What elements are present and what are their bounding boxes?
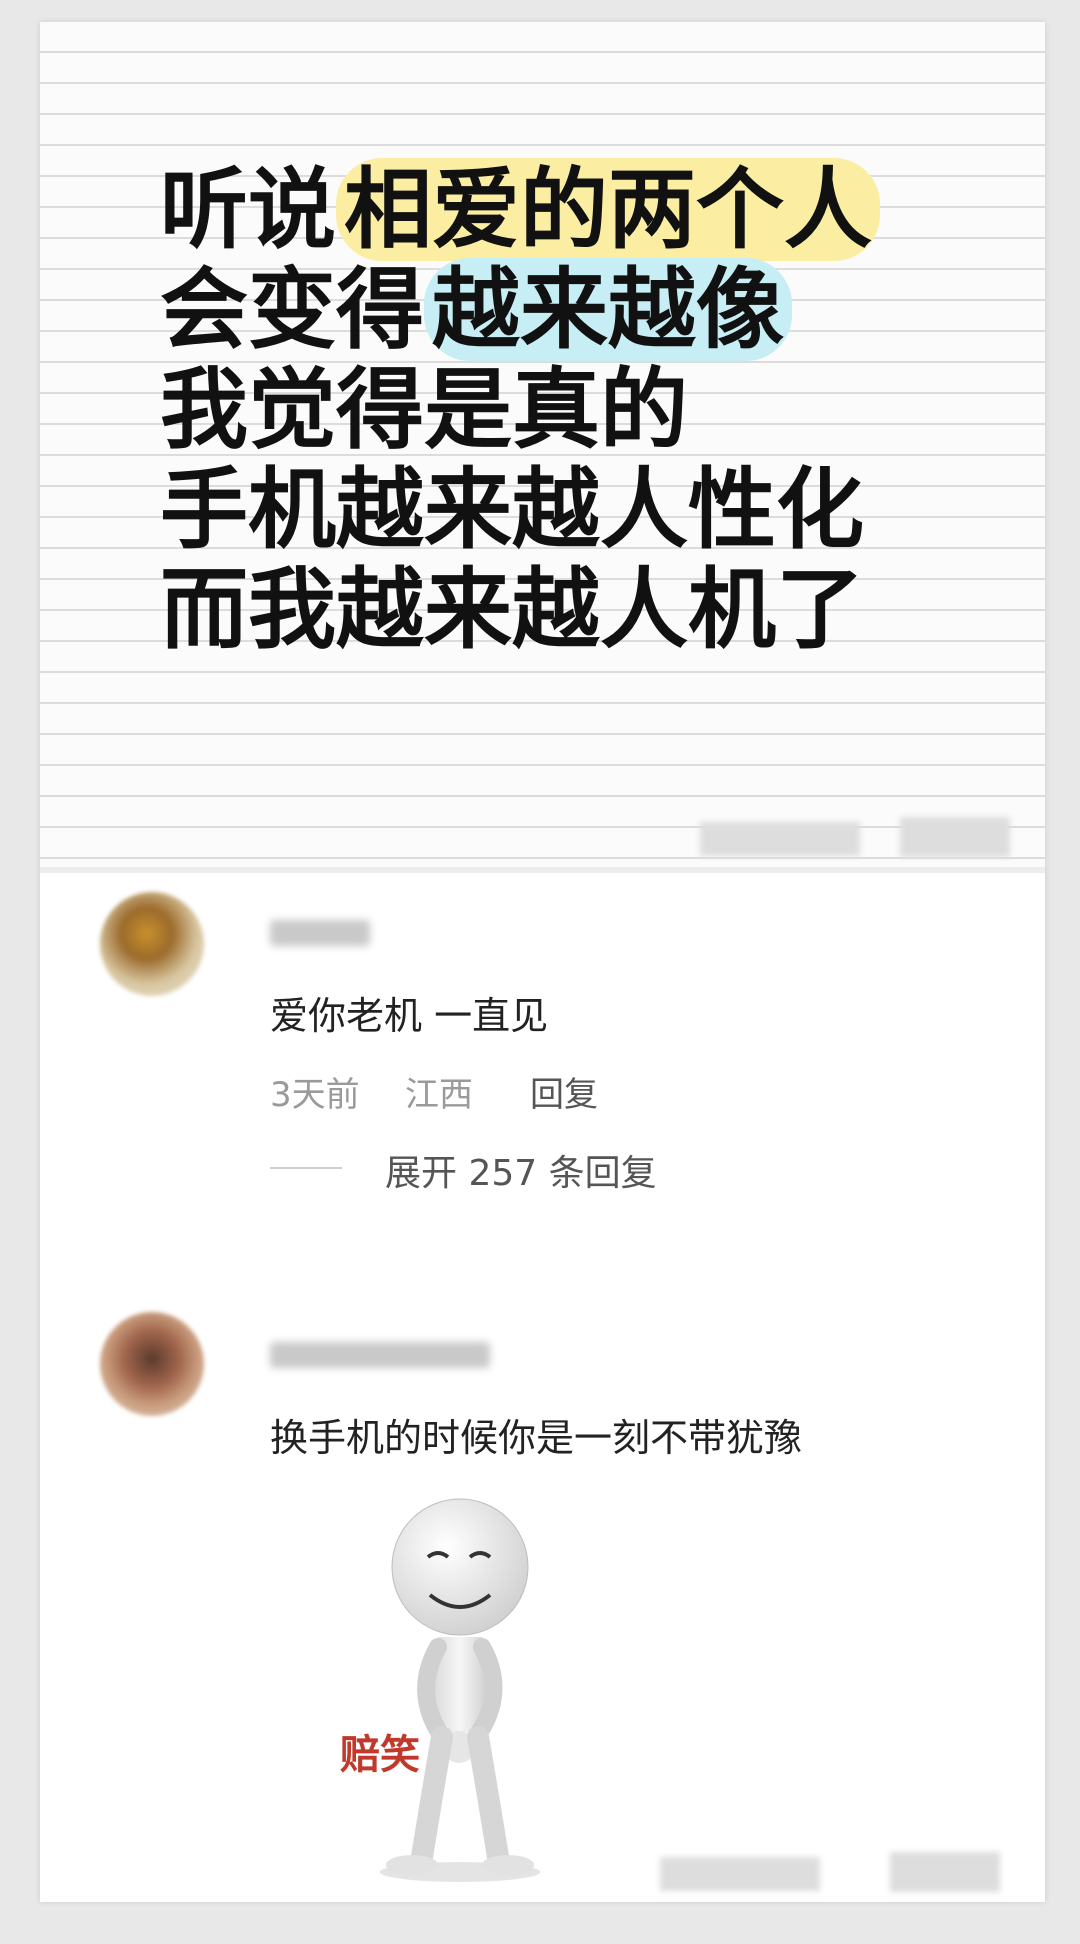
post-line-1: 听说相爱的两个人 [160,158,881,261]
comment-location: 江西 [405,1075,473,1115]
post-line-1-highlight: 相爱的两个人 [336,158,881,261]
watermark-blur [700,822,860,856]
post-line-1-plain: 听说 [160,158,337,261]
post-text: 听说相爱的两个人 会变得越来越像 我觉得是真的 手机越来越人性化 而我越来越人机… [160,158,881,661]
reply-button[interactable]: 回复 [530,1067,598,1116]
watermark-blur [890,1852,1000,1892]
post-line-5: 而我越来越人机了 [160,558,865,661]
username-blurred[interactable] [270,1342,490,1368]
comment-time: 3天前 [270,1075,360,1115]
avatar[interactable] [100,892,204,996]
screenshot-frame: 听说相爱的两个人 会变得越来越像 我觉得是真的 手机越来越人性化 而我越来越人机… [40,22,1045,1902]
expand-replies-button[interactable]: 展开 257 条回复 [385,1144,657,1196]
post-line-2-highlight: 越来越像 [424,258,793,361]
watermark-blur [660,1857,820,1891]
comment-text: 换手机的时候你是一刻不带犹豫 [270,1416,803,1460]
post-line-3: 我觉得是真的 [160,358,689,461]
post-line-4: 手机越来越人性化 [160,458,865,561]
expand-divider [270,1167,342,1169]
post-line-2-plain: 会变得 [160,258,425,361]
smiley-stick-figure-sticker [380,1498,540,1882]
post-line-2: 会变得越来越像 [160,258,880,361]
sticker-caption: 赔笑 [340,1731,420,1778]
comment-text: 爱你老机 一直见 [270,994,549,1038]
username-blurred[interactable] [270,920,370,946]
post-card: 听说相爱的两个人 会变得越来越像 我觉得是真的 手机越来越人性化 而我越来越人机… [40,22,1045,873]
avatar[interactable] [100,1312,204,1416]
watermark-blur [900,817,1010,857]
